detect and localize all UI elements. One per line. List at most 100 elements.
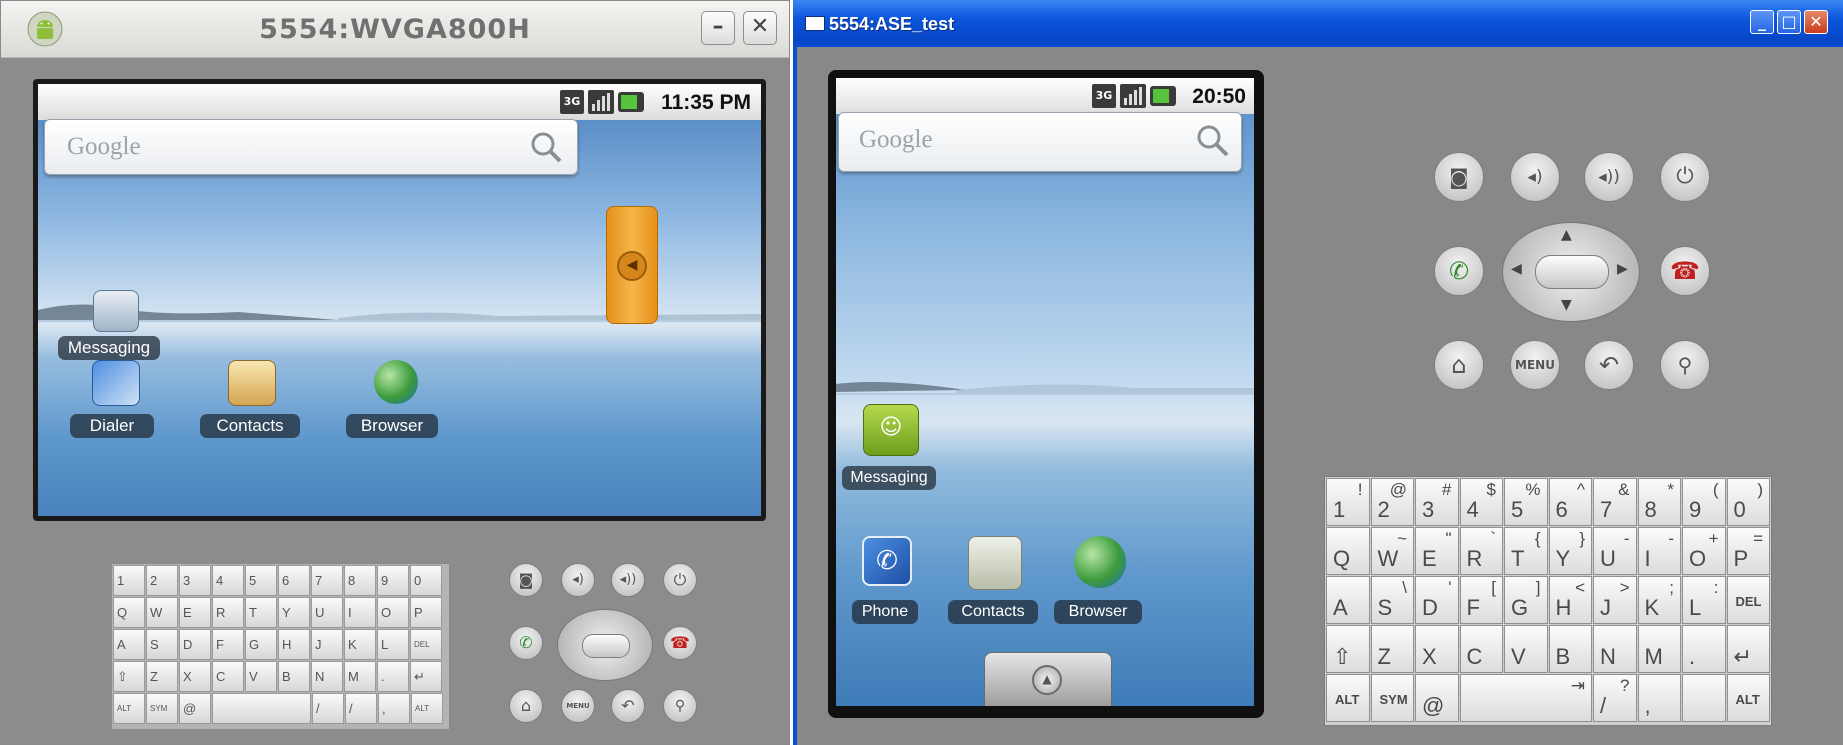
keyboard-key[interactable]: N <box>1593 625 1637 673</box>
space-key[interactable] <box>212 693 311 724</box>
right-phone-screen[interactable]: 3G 20:50 Google ☺ Messaging ✆ Phone Cont… <box>836 78 1254 706</box>
keyboard-key[interactable]: 5% <box>1504 478 1548 526</box>
keyboard-key[interactable]: Q <box>113 597 145 628</box>
keyboard-key[interactable]: M <box>1637 625 1681 673</box>
keyboard-key[interactable]: 4 <box>212 565 244 596</box>
app-browser[interactable]: Browser <box>1054 536 1146 630</box>
maximize-button[interactable]: □ <box>1777 10 1801 34</box>
search-button[interactable]: ⚲ <box>663 689 697 723</box>
keyboard-key[interactable]: E " <box>1415 527 1459 575</box>
keyboard-key[interactable]: 1! <box>1326 478 1370 526</box>
power-button[interactable]: ⏻ <box>1660 152 1710 202</box>
keyboard-key[interactable]: U <box>311 597 343 628</box>
back-button[interactable]: ↶ <box>1584 340 1634 390</box>
keyboard-key[interactable]: Z <box>1370 625 1414 673</box>
keyboard-key[interactable]: 8 <box>344 565 376 596</box>
keyboard-key[interactable]: L: <box>1682 576 1726 624</box>
volume-up-button[interactable]: ◂)) <box>1584 152 1634 202</box>
keyboard-key[interactable]: 3 # <box>1415 478 1459 526</box>
delete-key[interactable]: DEL <box>1726 576 1770 624</box>
keyboard-key[interactable]: M <box>344 661 376 692</box>
keyboard-key[interactable]: . <box>1682 625 1726 673</box>
keyboard-key[interactable]: V <box>1504 625 1548 673</box>
app-messaging[interactable]: ☺ Messaging <box>842 404 942 500</box>
keyboard-key[interactable]: K <box>344 629 376 660</box>
alt-key[interactable]: ALT <box>1326 674 1370 722</box>
alt-key[interactable]: ALT <box>1726 674 1770 722</box>
keyboard-key[interactable]: O + <box>1682 527 1726 575</box>
google-search-widget[interactable]: Google <box>838 112 1242 172</box>
keyboard-key[interactable]: Q <box>1326 527 1370 575</box>
keyboard-key[interactable]: X <box>179 661 211 692</box>
dpad-down-arrow-icon[interactable]: ▼ <box>1561 297 1572 313</box>
keyboard-key[interactable]: F[ <box>1459 576 1503 624</box>
keyboard-key[interactable]: L <box>377 629 409 660</box>
minimize-button[interactable]: – <box>701 11 735 45</box>
keyboard-key[interactable]: F <box>212 629 244 660</box>
home-button[interactable]: ⌂ <box>509 689 543 723</box>
keyboard-key[interactable]: ALT <box>411 693 443 724</box>
keyboard-key[interactable]: ↵ <box>410 661 442 692</box>
app-dialer[interactable]: Dialer <box>70 356 162 438</box>
keyboard-key[interactable]: H <box>278 629 310 660</box>
keyboard-key[interactable]: , <box>1637 674 1681 722</box>
keyboard-key[interactable]: ALT <box>113 693 145 724</box>
keyboard-key[interactable]: W <box>146 597 178 628</box>
keyboard-key[interactable]: W ~ <box>1370 527 1414 575</box>
call-button[interactable]: ✆ <box>509 626 543 660</box>
keyboard-key[interactable]: X <box>1415 625 1459 673</box>
keyboard-key[interactable] <box>1682 674 1726 722</box>
keyboard-key[interactable]: 9( <box>1682 478 1726 526</box>
keyboard-key[interactable]: Y <box>278 597 310 628</box>
search-icon[interactable] <box>1195 123 1231 159</box>
menu-button[interactable]: MENU <box>561 689 595 723</box>
keyboard-key[interactable]: R <box>212 597 244 628</box>
search-icon[interactable] <box>529 130 563 164</box>
keyboard-key[interactable]: T <box>245 597 277 628</box>
dpad-left-arrow-icon[interactable]: ◀ <box>1511 261 1522 277</box>
keyboard-key[interactable]: C <box>1459 625 1503 673</box>
keyboard-key[interactable]: 7 & <box>1593 478 1637 526</box>
close-button[interactable]: ✕ <box>1804 10 1828 34</box>
keyboard-key[interactable]: 7 <box>311 565 343 596</box>
keyboard-key[interactable]: P <box>410 597 442 628</box>
keyboard-key[interactable]: / <box>312 693 344 724</box>
dpad-center-button[interactable] <box>1535 255 1609 289</box>
keyboard-key[interactable]: H < <box>1548 576 1592 624</box>
volume-up-button[interactable]: ◂)) <box>611 563 645 597</box>
keyboard-key[interactable]: R ` <box>1459 527 1503 575</box>
camera-button[interactable]: ◙ <box>509 563 543 597</box>
keyboard-key[interactable]: S \ <box>1370 576 1414 624</box>
keyboard-key[interactable]: @ <box>179 693 211 724</box>
keyboard-key[interactable]: / <box>345 693 377 724</box>
keyboard-key[interactable]: DEL <box>410 629 442 660</box>
left-phone-screen[interactable]: 3G 11:35 PM Google ◀ Messaging Dialer Co… <box>33 79 766 521</box>
keyboard-key[interactable]: G] <box>1504 576 1548 624</box>
end-call-button[interactable]: ☎ <box>1660 246 1710 296</box>
keyboard-key[interactable]: C <box>212 661 244 692</box>
keyboard-key[interactable]: , <box>378 693 410 724</box>
google-search-widget[interactable]: Google <box>44 119 578 175</box>
dpad-right-arrow-icon[interactable]: ▶ <box>1617 261 1628 277</box>
keyboard-key[interactable]: U- <box>1593 527 1637 575</box>
app-contacts[interactable]: Contacts <box>200 356 302 438</box>
menu-button[interactable]: MENU <box>1510 340 1560 390</box>
keyboard-key[interactable]: D ' <box>1415 576 1459 624</box>
left-window-titlebar[interactable]: 5554:WVGA800H – ✕ <box>1 1 789 58</box>
app-drawer-handle[interactable]: ▲ <box>984 652 1112 706</box>
keyboard-key[interactable]: I- <box>1637 527 1681 575</box>
shift-key[interactable]: ⇧ <box>1326 625 1370 673</box>
close-button[interactable]: ✕ <box>743 11 777 45</box>
keyboard-key[interactable]: 6 <box>278 565 310 596</box>
volume-down-button[interactable]: ◂) <box>561 563 595 597</box>
keyboard-key[interactable]: 4 $ <box>1459 478 1503 526</box>
keyboard-key[interactable]: 1 <box>113 565 145 596</box>
call-button[interactable]: ✆ <box>1434 246 1484 296</box>
keyboard-key[interactable]: A <box>113 629 145 660</box>
right-window-titlebar[interactable]: 5554:ASE_test _ □ ✕ <box>793 0 1843 47</box>
keyboard-key[interactable]: . <box>377 661 409 692</box>
keyboard-key[interactable]: B <box>278 661 310 692</box>
camera-button[interactable]: ◙ <box>1434 152 1484 202</box>
keyboard-key[interactable]: D <box>179 629 211 660</box>
dpad-up-arrow-icon[interactable]: ▲ <box>1561 227 1572 243</box>
